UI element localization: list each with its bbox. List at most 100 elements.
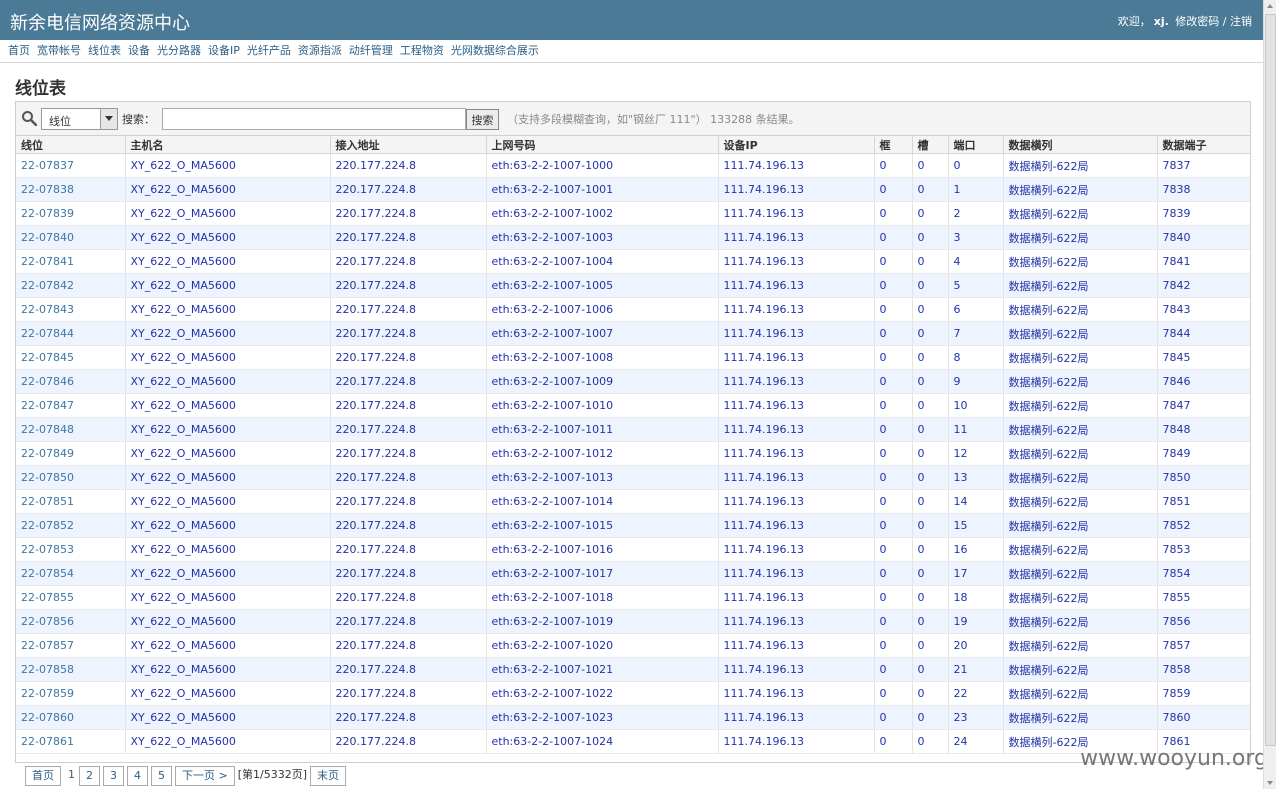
- table-cell[interactable]: eth:63-2-2-1007-1017: [486, 561, 719, 586]
- table-cell[interactable]: 0: [874, 705, 913, 730]
- table-cell[interactable]: 0: [912, 561, 949, 586]
- search-input[interactable]: [162, 108, 466, 130]
- table-cell[interactable]: eth:63-2-2-1007-1021: [486, 657, 719, 682]
- table-cell[interactable]: 0: [874, 297, 913, 322]
- table-cell[interactable]: 23: [948, 705, 1004, 730]
- table-cell[interactable]: eth:63-2-2-1007-1016: [486, 537, 719, 562]
- table-cell[interactable]: 0: [912, 393, 949, 418]
- table-cell[interactable]: eth:63-2-2-1007-1011: [486, 417, 719, 442]
- table-cell[interactable]: 数据横列-622局: [1003, 369, 1158, 394]
- table-cell[interactable]: 111.74.196.13: [718, 489, 875, 514]
- table-cell[interactable]: 0: [912, 321, 949, 346]
- table-cell[interactable]: 数据横列-622局: [1003, 657, 1158, 682]
- column-header[interactable]: 接入地址: [330, 136, 487, 154]
- table-cell[interactable]: 7838: [1157, 177, 1250, 202]
- scroll-up-icon[interactable]: [1264, 0, 1276, 12]
- table-cell[interactable]: 数据横列-622局: [1003, 321, 1158, 346]
- table-cell[interactable]: 220.177.224.8: [330, 729, 487, 754]
- table-cell[interactable]: eth:63-2-2-1007-1018: [486, 585, 719, 610]
- table-cell[interactable]: 220.177.224.8: [330, 681, 487, 706]
- table-cell[interactable]: 数据横列-622局: [1003, 417, 1158, 442]
- column-header[interactable]: 主机名: [125, 136, 331, 154]
- table-cell[interactable]: eth:63-2-2-1007-1022: [486, 681, 719, 706]
- table-cell[interactable]: eth:63-2-2-1007-1005: [486, 273, 719, 298]
- table-cell[interactable]: 0: [912, 441, 949, 466]
- table-cell[interactable]: 220.177.224.8: [330, 369, 487, 394]
- table-cell[interactable]: 9: [948, 369, 1004, 394]
- table-cell[interactable]: 111.74.196.13: [718, 153, 875, 178]
- table-cell[interactable]: 22-07858: [16, 657, 126, 682]
- search-field-select[interactable]: 线位: [41, 108, 118, 130]
- table-cell[interactable]: 0: [912, 369, 949, 394]
- table-cell[interactable]: XY_622_O_MA5600: [125, 177, 331, 202]
- table-cell[interactable]: 220.177.224.8: [330, 465, 487, 490]
- table-cell[interactable]: 0: [912, 201, 949, 226]
- table-cell[interactable]: XY_622_O_MA5600: [125, 513, 331, 538]
- table-cell[interactable]: 数据横列-622局: [1003, 465, 1158, 490]
- table-cell[interactable]: 22-07853: [16, 537, 126, 562]
- table-cell[interactable]: 0: [912, 489, 949, 514]
- table-cell[interactable]: 22-07842: [16, 273, 126, 298]
- table-cell[interactable]: 14: [948, 489, 1004, 514]
- table-cell[interactable]: 22-07859: [16, 681, 126, 706]
- table-cell[interactable]: 7854: [1157, 561, 1250, 586]
- table-cell[interactable]: 0: [874, 585, 913, 610]
- table-cell[interactable]: 111.74.196.13: [718, 729, 875, 754]
- table-cell[interactable]: 22-07843: [16, 297, 126, 322]
- table-cell[interactable]: 数据横列-622局: [1003, 489, 1158, 514]
- table-cell[interactable]: 7837: [1157, 153, 1250, 178]
- nav-item-7[interactable]: 资源指派: [298, 40, 342, 62]
- table-cell[interactable]: XY_622_O_MA5600: [125, 705, 331, 730]
- table-cell[interactable]: eth:63-2-2-1007-1019: [486, 609, 719, 634]
- column-header[interactable]: 框: [874, 136, 913, 154]
- page-link[interactable]: 4: [127, 766, 148, 786]
- table-cell[interactable]: 6: [948, 297, 1004, 322]
- table-cell[interactable]: XY_622_O_MA5600: [125, 465, 331, 490]
- column-header[interactable]: 端口: [948, 136, 1004, 154]
- table-cell[interactable]: XY_622_O_MA5600: [125, 633, 331, 658]
- table-cell[interactable]: 0: [912, 273, 949, 298]
- table-cell[interactable]: 7846: [1157, 369, 1250, 394]
- nav-item-8[interactable]: 动纤管理: [349, 40, 393, 62]
- table-cell[interactable]: 7839: [1157, 201, 1250, 226]
- table-cell[interactable]: 22-07839: [16, 201, 126, 226]
- table-cell[interactable]: 0: [874, 417, 913, 442]
- table-cell[interactable]: 220.177.224.8: [330, 249, 487, 274]
- table-cell[interactable]: 数据横列-622局: [1003, 609, 1158, 634]
- table-cell[interactable]: 数据横列-622局: [1003, 441, 1158, 466]
- table-cell[interactable]: 7847: [1157, 393, 1250, 418]
- table-cell[interactable]: 7848: [1157, 417, 1250, 442]
- table-cell[interactable]: 数据横列-622局: [1003, 345, 1158, 370]
- table-cell[interactable]: 220.177.224.8: [330, 393, 487, 418]
- table-cell[interactable]: XY_622_O_MA5600: [125, 561, 331, 586]
- table-cell[interactable]: 18: [948, 585, 1004, 610]
- table-cell[interactable]: 0: [874, 489, 913, 514]
- nav-item-1[interactable]: 宽带帐号: [37, 40, 81, 62]
- table-cell[interactable]: 数据横列-622局: [1003, 393, 1158, 418]
- table-cell[interactable]: 0: [912, 225, 949, 250]
- column-header[interactable]: 数据端子: [1157, 136, 1250, 154]
- table-cell[interactable]: 7: [948, 321, 1004, 346]
- table-cell[interactable]: 0: [912, 609, 949, 634]
- table-cell[interactable]: 22-07861: [16, 729, 126, 754]
- table-cell[interactable]: 0: [912, 249, 949, 274]
- table-cell[interactable]: 0: [874, 465, 913, 490]
- column-header[interactable]: 上网号码: [486, 136, 719, 154]
- table-cell[interactable]: 111.74.196.13: [718, 201, 875, 226]
- table-cell[interactable]: 数据横列-622局: [1003, 273, 1158, 298]
- table-cell[interactable]: 0: [912, 177, 949, 202]
- table-cell[interactable]: 16: [948, 537, 1004, 562]
- table-cell[interactable]: eth:63-2-2-1007-1000: [486, 153, 719, 178]
- table-cell[interactable]: 数据横列-622局: [1003, 633, 1158, 658]
- table-cell[interactable]: 111.74.196.13: [718, 441, 875, 466]
- table-cell[interactable]: XY_622_O_MA5600: [125, 657, 331, 682]
- table-cell[interactable]: eth:63-2-2-1007-1014: [486, 489, 719, 514]
- table-cell[interactable]: 12: [948, 441, 1004, 466]
- page-link[interactable]: 5: [151, 766, 172, 786]
- table-cell[interactable]: 0: [874, 201, 913, 226]
- table-cell[interactable]: 111.74.196.13: [718, 417, 875, 442]
- nav-item-4[interactable]: 光分路器: [157, 40, 201, 62]
- table-cell[interactable]: 220.177.224.8: [330, 537, 487, 562]
- table-cell[interactable]: XY_622_O_MA5600: [125, 537, 331, 562]
- table-cell[interactable]: 22-07840: [16, 225, 126, 250]
